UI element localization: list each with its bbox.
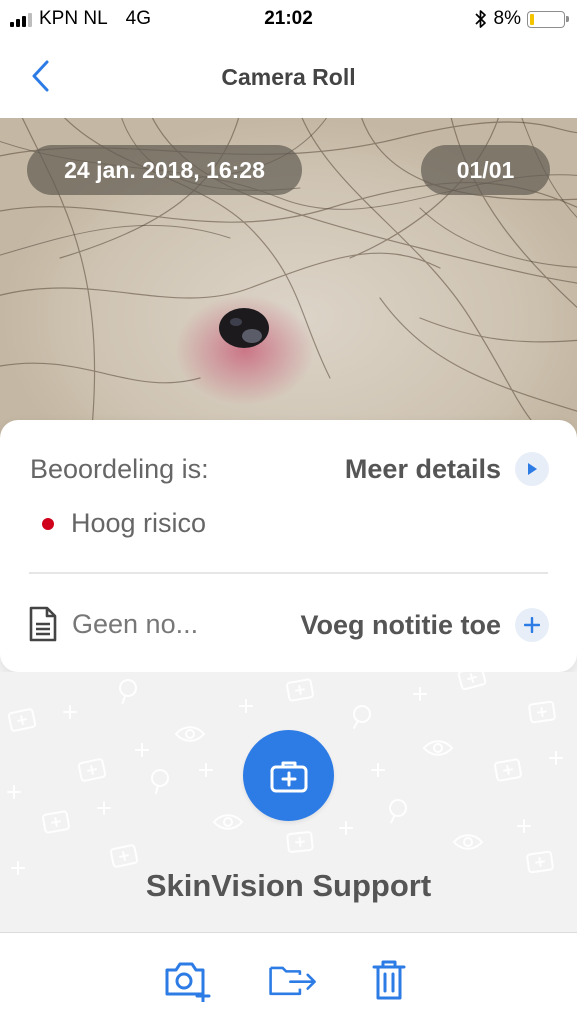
lesion-photo: 24 jan. 2018, 16:28 01/01: [0, 118, 577, 440]
battery-percentage: 8%: [493, 8, 521, 29]
document-icon: [29, 606, 57, 642]
move-to-folder-button[interactable]: [268, 957, 318, 1003]
add-photo-button[interactable]: [162, 957, 212, 1003]
network-type: 4G: [125, 8, 151, 29]
bluetooth-icon: [474, 10, 486, 28]
assessment-card: Beoordeling is: Meer details Hoog risico…: [0, 420, 577, 672]
add-note-label: Voeg notitie toe: [300, 609, 502, 640]
play-arrow-icon: [515, 452, 549, 486]
delete-button[interactable]: [364, 957, 414, 1003]
more-details-button[interactable]: Meer details: [345, 452, 549, 486]
more-details-label: Meer details: [344, 453, 501, 484]
photo-date-badge: 24 jan. 2018, 16:28: [27, 145, 302, 195]
page-title: Camera Roll: [221, 64, 356, 90]
navigation-bar: Camera Roll: [0, 38, 577, 118]
status-bar: KPN NL 4G 21:02 8%: [0, 0, 577, 38]
notes-row: Geen no...: [28, 606, 198, 642]
plus-icon: [515, 608, 549, 642]
trash-icon: [372, 960, 406, 1000]
add-note-button[interactable]: Voeg notitie toe: [300, 608, 549, 642]
medical-kit-icon: [270, 761, 307, 792]
camera-add-icon: [165, 962, 211, 1002]
risk-status: Hoog risico: [42, 508, 206, 539]
risk-indicator-dot: [42, 517, 54, 530]
carrier-name: KPN NL: [39, 8, 108, 29]
support-button[interactable]: [243, 730, 334, 821]
battery-icon: [527, 10, 569, 28]
notes-text: Geen no...: [72, 608, 199, 639]
card-divider: [29, 572, 548, 574]
assessment-label: Beoordeling is:: [30, 454, 209, 484]
photo-counter-badge: 01/01: [421, 145, 550, 195]
status-right: 8%: [474, 8, 569, 30]
support-label: SkinVision Support: [145, 868, 432, 903]
folder-move-icon: [269, 966, 316, 996]
support-section: SkinVision Support: [0, 672, 577, 932]
signal-strength-icon: [10, 11, 32, 27]
risk-label: Hoog risico: [71, 508, 207, 538]
bottom-toolbar: [0, 932, 577, 1024]
